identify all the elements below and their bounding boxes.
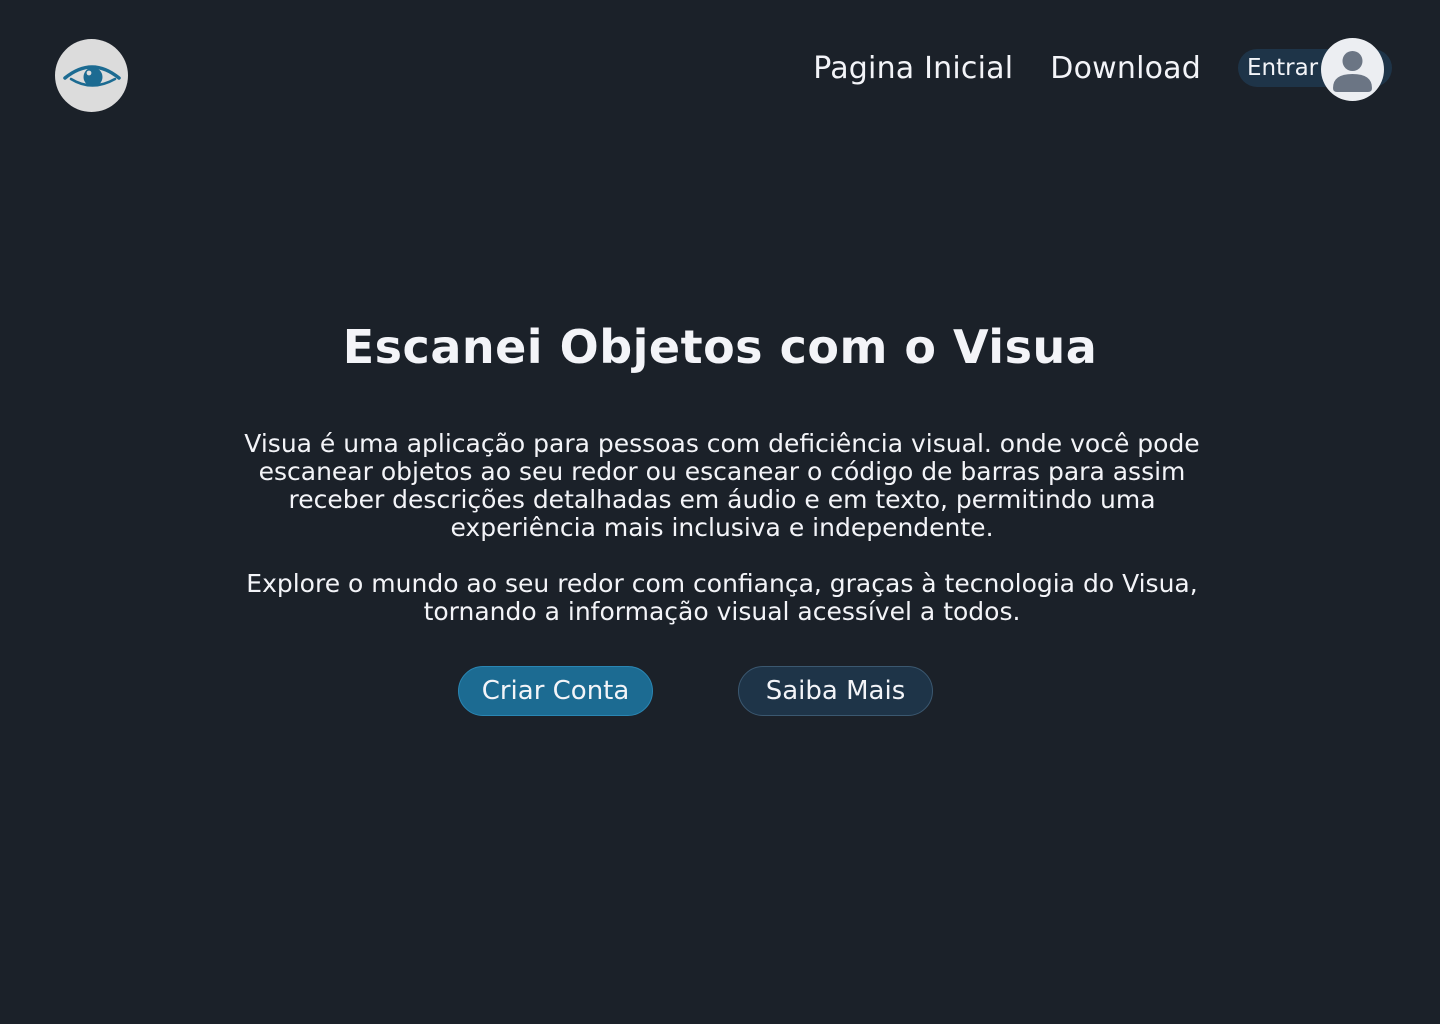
page-title: Escanei Objetos com o Visua	[342, 320, 1098, 374]
avatar[interactable]	[1321, 38, 1384, 101]
main-nav: Pagina Inicial Download Entrar	[813, 38, 1392, 101]
login-label: Entrar	[1247, 55, 1319, 81]
logo[interactable]	[55, 39, 128, 112]
user-icon	[1333, 51, 1372, 92]
nav-link-pagina-inicial[interactable]: Pagina Inicial	[813, 51, 1013, 86]
hero-description: Visua é uma aplicação para pessoas com d…	[244, 429, 1200, 542]
create-account-button[interactable]: Criar Conta	[458, 666, 653, 716]
nav-link-download[interactable]: Download	[1050, 51, 1201, 86]
hero-tagline: Explore o mundo ao seu redor com confian…	[246, 569, 1198, 626]
login-button[interactable]: Entrar	[1238, 38, 1392, 101]
page: Pagina Inicial Download Entrar Escanei O…	[0, 0, 1440, 1024]
learn-more-button[interactable]: Saiba Mais	[738, 666, 933, 716]
eye-icon	[62, 64, 121, 87]
